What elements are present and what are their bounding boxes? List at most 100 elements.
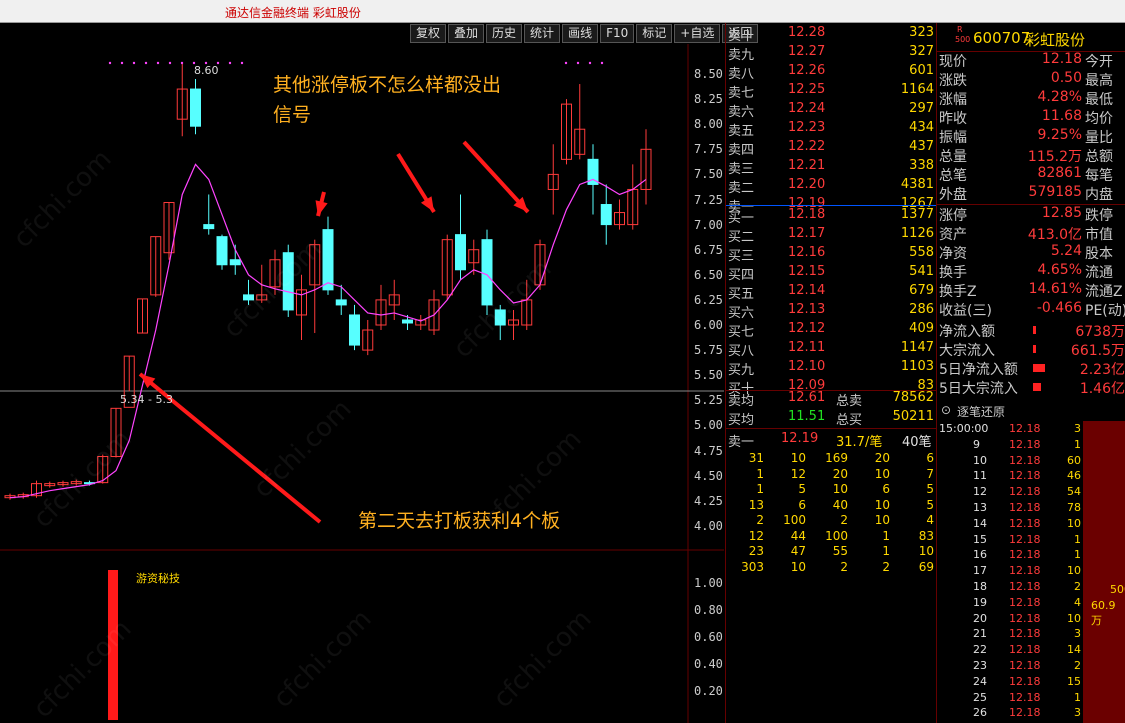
info-row: 净资 5.24 股本 [937, 243, 1125, 262]
candle-body [216, 236, 228, 266]
info-label: 总量 [939, 149, 967, 165]
tick-price: 12.18 [1009, 532, 1041, 546]
flow-bar [1033, 345, 1036, 353]
toolbar-button[interactable]: 统计 [524, 24, 561, 43]
tick-volume: 14 [1067, 643, 1081, 657]
info-value: 413.0亿 [1027, 227, 1082, 243]
order-book-row: 买九 12.10 1103 [726, 359, 936, 378]
signal-dot [132, 61, 136, 65]
tick-price: 12.18 [1009, 422, 1041, 435]
signal-dot [144, 61, 148, 65]
info-label: 资产 [939, 227, 967, 243]
info-row: 总笔 82861 每笔 [937, 165, 1125, 184]
info-row: 换手 4.65% 流通 [937, 262, 1125, 281]
order-label: 卖九 [728, 48, 755, 63]
avg-price: 11.51 [788, 409, 826, 424]
toolbar-button[interactable]: 历史 [486, 24, 523, 43]
signal-dot [108, 61, 112, 65]
tick-volume: 78 [1067, 501, 1081, 514]
order-label: 卖四 [728, 143, 755, 158]
tick-volume: 3 [1074, 627, 1081, 641]
order-volume: 1126 [900, 226, 934, 241]
info-label-2: 最低 [1085, 92, 1113, 108]
tick-time: 25 [973, 690, 987, 704]
queue-cell: 5 [926, 482, 934, 496]
price-tick: 8.50 [694, 67, 723, 81]
indicator-tick: 0.80 [694, 603, 723, 617]
queue-cell: 6 [926, 451, 934, 465]
info-label: 外盘 [939, 187, 967, 203]
order-book-row: 买一 12.18 1377 [726, 207, 936, 226]
order-book-row: 卖四 12.22 437 [726, 139, 936, 158]
candle-body [203, 224, 215, 230]
toolbar-button[interactable]: 叠加 [448, 24, 485, 43]
info-label: 总笔 [939, 168, 967, 184]
order-price: 12.18 [788, 207, 826, 222]
tick-time: 24 [973, 674, 987, 688]
info-label-2: 流通Z [1085, 284, 1123, 300]
title-bar: 通达信金融终端 彩虹股份 [0, 0, 1125, 23]
queue-cell: 10 [832, 482, 848, 496]
price-tick: 7.50 [694, 167, 723, 182]
order-label: 卖七 [728, 86, 755, 101]
indicator-tick: 1.00 [694, 576, 723, 590]
queue-cell: 12 [790, 466, 806, 481]
flow-value: 661.5万 [1070, 343, 1125, 359]
avg-label: 卖均 [728, 394, 755, 409]
queue-cell: 83 [918, 528, 934, 543]
flow-row: 净流入额 6738万 [937, 321, 1125, 340]
signal-dot [240, 61, 244, 65]
stock-header: R 500 600707 彩虹股份 [937, 25, 1125, 53]
order-book-row: 买三 12.16 558 [726, 245, 936, 264]
candle-body [481, 239, 493, 306]
flow-bar [1033, 326, 1036, 334]
tick-volume: 54 [1067, 485, 1081, 499]
price-tick: 4.25 [694, 493, 723, 508]
kline-chart[interactable]: 8.50 8.25 8.00 7.75 7.50 7.25 7.00 6.75 6.50 6.25… [0, 44, 724, 723]
order-volume: 338 [909, 158, 934, 173]
queue-cell: 6 [882, 482, 890, 496]
queue-cell: 303 [741, 559, 764, 574]
big-order-column [1083, 421, 1125, 723]
tick-price: 12.18 [1009, 595, 1041, 609]
order-volume: 327 [909, 44, 934, 59]
info-label-2: PE(动) [1085, 303, 1125, 319]
tick-price: 12.18 [1009, 643, 1041, 657]
tick-time: 15 [973, 532, 987, 546]
flow-value: 1.46亿 [1079, 381, 1125, 397]
order-volume: 1147 [900, 340, 934, 355]
tick-time: 22 [973, 643, 987, 657]
ticks-header[interactable]: ⊙ 逐笔还原 [937, 403, 1125, 422]
queue-cell: 100 [825, 528, 848, 543]
queue-cell: 7 [926, 466, 934, 481]
order-price: 12.21 [788, 158, 826, 173]
queue-label: 卖一 [728, 435, 755, 450]
order-volume: 601 [909, 63, 934, 78]
tick-time: 19 [973, 595, 987, 609]
order-label: 卖五 [728, 124, 755, 139]
tick-price: 12.18 [1009, 548, 1041, 562]
signal-dot [576, 61, 580, 65]
order-price: 12.15 [788, 264, 826, 279]
big-order-amount: 500 [1110, 583, 1125, 596]
order-book-row: 买四 12.15 541 [726, 264, 936, 283]
toolbar-button[interactable]: 标记 [636, 24, 673, 43]
collapse-icon[interactable]: ⊙ [941, 403, 951, 417]
order-volume: 434 [909, 120, 934, 135]
toolbar-button[interactable]: 画线 [562, 24, 599, 43]
order-label: 买七 [728, 325, 755, 340]
queue-cell: 5 [926, 497, 934, 512]
toolbar-button[interactable]: +自选 [674, 24, 721, 43]
tick-time: 17 [973, 564, 987, 578]
tick-time: 20 [973, 611, 987, 625]
order-book-row: 卖二 12.20 4381 [726, 177, 936, 196]
toolbar-button[interactable]: F10 [600, 24, 635, 43]
stock-code: 600707 [973, 29, 1031, 47]
tick-time: 26 [973, 706, 987, 720]
queue-row: 303 10 2 2 69 [726, 560, 936, 579]
range-label: 5.34 - 5.3 [120, 393, 173, 406]
avg-row: 买均 11.51 总买 50211 [726, 409, 936, 428]
info-value: 579185 [1028, 184, 1082, 200]
toolbar-button[interactable]: 复权 [410, 24, 447, 43]
info-label-2: 最高 [1085, 73, 1113, 89]
